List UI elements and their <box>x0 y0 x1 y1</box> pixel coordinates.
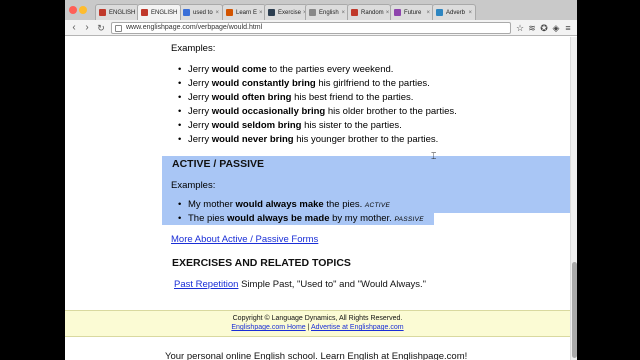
tab-close-icon[interactable]: × <box>177 10 180 16</box>
extension-puzzle-icon[interactable]: ◈ <box>551 23 561 33</box>
web-page: Examples: Jerry would come to the partie… <box>65 37 577 360</box>
tab-favicon-icon <box>436 9 443 16</box>
tab-label: used to <box>193 9 213 16</box>
tab-close-icon[interactable]: × <box>339 10 345 16</box>
page-icon <box>115 25 122 32</box>
home-link[interactable]: Englishpage.com Home <box>231 324 305 331</box>
tab-label: Learn E <box>236 9 258 16</box>
tab-close-icon[interactable]: × <box>384 10 390 16</box>
list-item: Jerry would constantly bring his girlfri… <box>178 78 430 89</box>
address-bar[interactable]: www.englishpage.com/verbpage/would.html <box>111 22 511 34</box>
menu-icon[interactable]: ≡ <box>563 23 573 33</box>
tab-favicon-icon <box>226 9 233 16</box>
advertise-link[interactable]: Advertise at Englishpage.com <box>311 324 404 331</box>
list-item: Jerry would come to the parties every we… <box>178 64 393 75</box>
tab[interactable]: Future × <box>390 4 434 20</box>
close-window-button[interactable] <box>69 6 77 14</box>
copyright-text: Copyright © Language Dynamics, All Right… <box>232 315 403 322</box>
tab-close-icon[interactable]: × <box>424 10 430 16</box>
tab-label: Future <box>404 9 422 16</box>
tab[interactable]: Learn E × <box>222 4 266 20</box>
page-footer: Copyright © Language Dynamics, All Right… <box>65 310 570 337</box>
tab-label: ENGLISH <box>109 9 136 16</box>
past-repetition-link[interactable]: Past Repetition <box>174 279 238 290</box>
tab-label: Exercise <box>278 9 302 16</box>
tab-favicon-icon <box>394 9 401 16</box>
tab-label: English <box>319 9 339 16</box>
tab-close-icon[interactable]: × <box>213 10 219 16</box>
examples-label: Examples: <box>171 43 216 54</box>
tab[interactable]: ENGLISH× <box>137 4 181 20</box>
back-icon[interactable]: ‹ <box>67 21 81 35</box>
tab-close-icon[interactable]: × <box>466 10 472 16</box>
tab[interactable]: Random × <box>347 4 391 20</box>
scrollbar[interactable] <box>570 37 577 360</box>
tab[interactable]: used to × <box>179 4 223 20</box>
star-icon[interactable]: ☆ <box>515 23 525 33</box>
tab[interactable]: ENGLISH× <box>95 4 139 20</box>
tab-label: Adverb <box>446 9 466 16</box>
list-item: Jerry would never bring his younger brot… <box>178 134 438 145</box>
active-passive-heading: ACTIVE / PASSIVE <box>172 158 264 170</box>
url-text: www.englishpage.com/verbpage/would.html <box>126 24 263 31</box>
tagline: Your personal online English school. Lea… <box>165 351 468 360</box>
extension-icon[interactable]: ✪ <box>539 23 549 33</box>
forward-icon[interactable]: › <box>80 21 94 35</box>
tab-favicon-icon <box>141 9 148 16</box>
toolbar: ‹ › ↻ www.englishpage.com/verbpage/would… <box>65 20 577 36</box>
tab-favicon-icon <box>99 9 106 16</box>
minimize-window-button[interactable] <box>79 6 87 14</box>
exercises-heading: EXERCISES AND RELATED TOPICS <box>172 257 351 269</box>
tab[interactable]: English × <box>305 4 349 20</box>
tab-close-icon[interactable]: × <box>257 10 263 16</box>
tab-favicon-icon <box>351 9 358 16</box>
tab-label: ENGLISH <box>151 9 178 16</box>
scrollbar-thumb[interactable] <box>572 262 577 358</box>
browser-window: ENGLISH×ENGLISH×used to×Learn E×Exercise… <box>65 0 577 360</box>
tab-strip: ENGLISH×ENGLISH×used to×Learn E×Exercise… <box>65 0 577 20</box>
more-active-passive-link[interactable]: More About Active / Passive Forms <box>171 234 318 245</box>
reload-icon[interactable]: ↻ <box>94 21 108 35</box>
exercise-description: Simple Past, "Used to" and "Would Always… <box>238 279 427 290</box>
list-item: My mother would always make the pies. AC… <box>178 199 390 210</box>
tab-favicon-icon <box>183 9 190 16</box>
list-item: Jerry would seldom bring his sister to t… <box>178 120 402 131</box>
tab-label: Random <box>361 9 384 16</box>
text-cursor-icon: ⌶ <box>431 151 437 161</box>
tab[interactable]: Exercise× <box>264 4 308 20</box>
examples-label: Examples: <box>171 180 216 191</box>
tab[interactable]: Adverb × <box>432 4 476 20</box>
tab-favicon-icon <box>268 9 275 16</box>
list-item: Jerry would occasionally bring his older… <box>178 106 457 117</box>
layers-icon[interactable]: ≋ <box>527 23 537 33</box>
list-item: The pies would always be made by my moth… <box>178 213 424 224</box>
list-item: Jerry would often bring his best friend … <box>178 92 413 103</box>
tab-favicon-icon <box>309 9 316 16</box>
